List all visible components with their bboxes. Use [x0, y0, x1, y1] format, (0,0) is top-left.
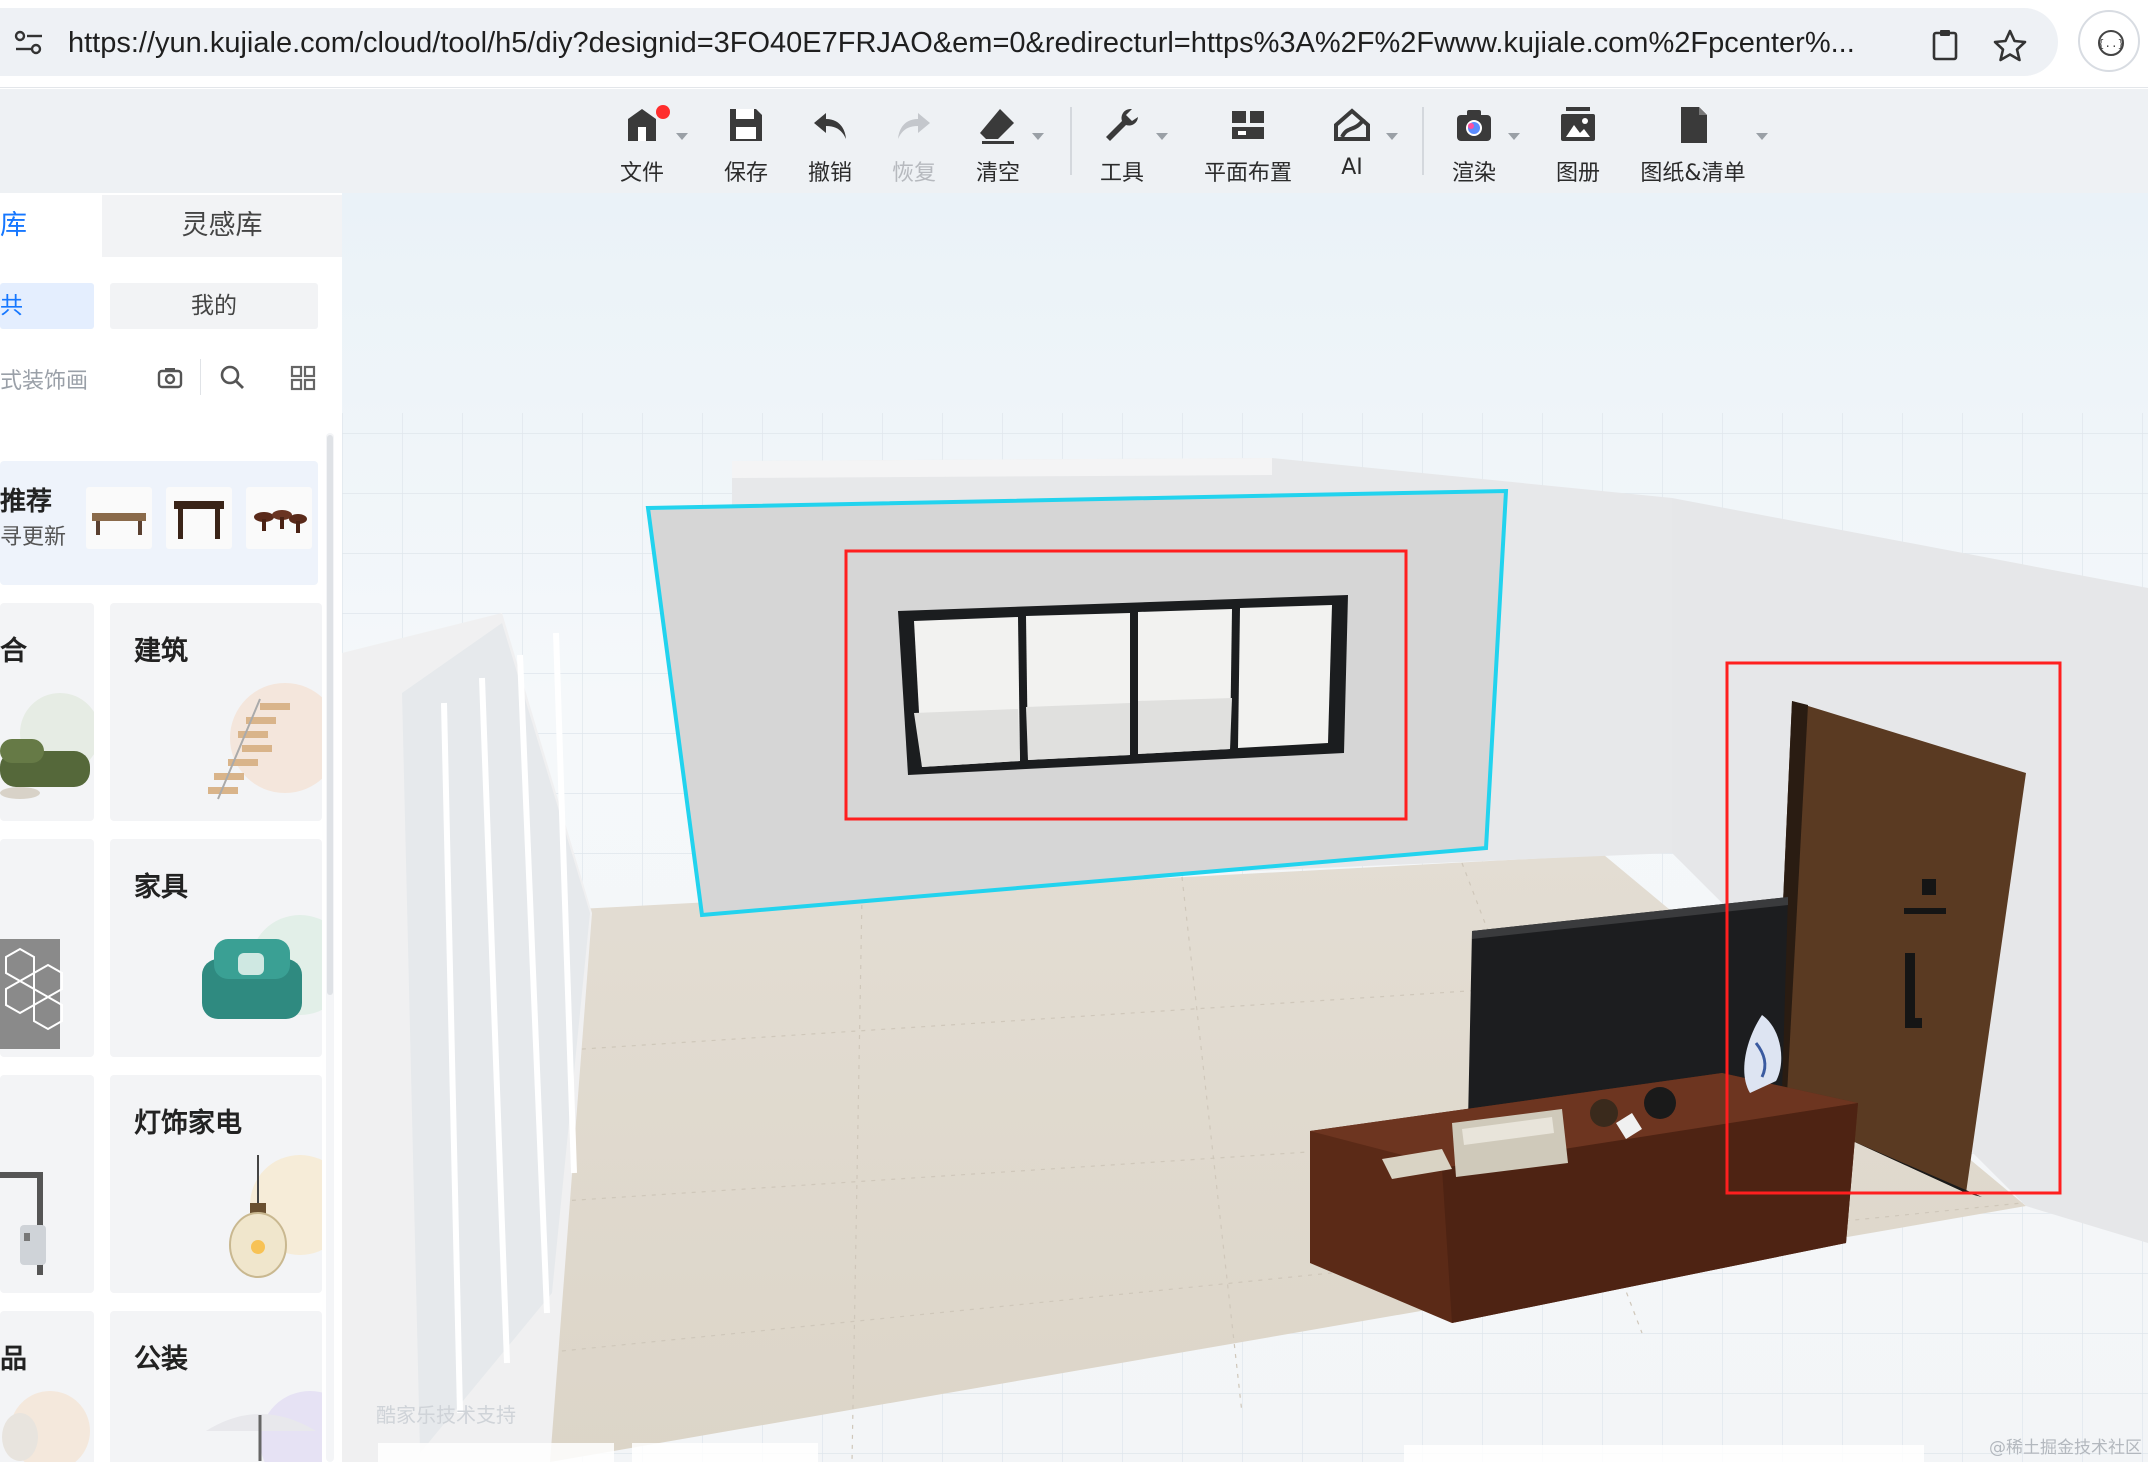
category-building-card[interactable]: 建筑	[110, 603, 322, 821]
spiral-stair-image	[208, 698, 290, 800]
redo-icon	[898, 113, 930, 139]
library-panel: 库 灵感库 共 我的 式装饰画 推荐 寻更新 合 建筑 家具 灯饰家电 品 公装	[0, 193, 342, 1462]
sofa-image	[0, 693, 94, 799]
floorplan-button[interactable]: 平面布置	[1198, 99, 1298, 189]
camera-render-icon	[1457, 110, 1491, 141]
table-image	[174, 501, 224, 539]
3d-viewport[interactable]: 酷家乐技术支持 @稀土掘金技术社区	[342, 193, 2148, 1462]
stools-image	[254, 510, 307, 533]
decor-sphere	[1590, 1099, 1618, 1127]
ai-label: AI	[1341, 155, 1363, 180]
url-field[interactable]: https://yun.kujiale.com/cloud/tool/h5/di…	[0, 8, 2058, 76]
bench-thumbnail[interactable]	[86, 487, 152, 549]
album-label: 图册	[1555, 161, 1600, 186]
grid-view-icon[interactable]	[290, 365, 316, 391]
bottom-bar-left	[378, 1443, 614, 1462]
category-sanitary-card[interactable]	[0, 1075, 94, 1293]
door-lock	[1922, 879, 1936, 895]
album-button[interactable]: 图册	[1542, 99, 1614, 189]
stools-thumbnail[interactable]	[246, 487, 312, 549]
pendant-lamp-image	[229, 1155, 287, 1278]
clear-button[interactable]: 清空	[962, 99, 1044, 189]
category-decor-card[interactable]: 品	[0, 1311, 94, 1462]
sculpture-image	[2, 1391, 90, 1462]
render-label: 渲染	[1451, 161, 1496, 186]
redo-button[interactable]: 恢复	[878, 99, 950, 189]
undo-button[interactable]: 撤销	[794, 99, 866, 189]
file-label: 文件	[619, 161, 664, 186]
drawings-menu-button[interactable]: 图纸&清单	[1638, 99, 1768, 189]
umbrella-table-image	[206, 1414, 316, 1461]
toolbar-divider	[1422, 107, 1424, 175]
clear-label: 清空	[975, 161, 1020, 186]
floorplan-icon	[1232, 111, 1264, 139]
chevron-down-icon	[676, 133, 688, 140]
brand-watermark: 酷家乐技术支持	[376, 1403, 516, 1427]
category-commercial-card[interactable]: 公装	[110, 1311, 322, 1462]
category-furniture-card[interactable]: 家具	[110, 839, 322, 1057]
notification-dot	[656, 105, 670, 119]
armchair-image	[202, 939, 302, 1019]
room-scene[interactable]	[342, 193, 2148, 1462]
app-toolbar: 文件 保存 撤销 恢复 清空 工具 平面布置 AI 渲染 图册 图纸&清单	[0, 89, 2148, 193]
recommend-subtitle: 寻更新	[0, 525, 67, 550]
chevron-down-icon	[1508, 133, 1520, 140]
shower-image	[0, 1172, 46, 1275]
svg-text:{..}: {..}	[2098, 37, 2125, 50]
wall-top-edge	[732, 458, 1272, 478]
save-button[interactable]: 保存	[710, 99, 782, 189]
clipboard-icon[interactable]	[1928, 28, 1962, 62]
ai-menu-button[interactable]: AI	[1316, 99, 1398, 189]
extension-button[interactable]: {..}	[2078, 10, 2140, 72]
tools-label: 工具	[1099, 161, 1144, 186]
save-icon	[730, 109, 762, 141]
wrench-icon	[1106, 109, 1138, 141]
save-label: 保存	[723, 161, 768, 186]
ai-house-icon	[1334, 108, 1370, 141]
recommend-card[interactable]: 推荐 寻更新	[0, 461, 318, 585]
category-material-card[interactable]	[0, 839, 94, 1057]
toolbar-divider	[1070, 107, 1072, 175]
search-input[interactable]: 式装饰画	[0, 363, 88, 395]
segment-public[interactable]: 共	[0, 283, 94, 329]
document-list-icon	[1681, 107, 1707, 143]
bench-image	[92, 513, 146, 535]
panel-scrollbar-thumb[interactable]	[327, 435, 333, 995]
site-settings-icon[interactable]	[14, 30, 44, 56]
table-thumbnail[interactable]	[166, 487, 232, 549]
browser-address-bar: https://yun.kujiale.com/cloud/tool/h5/di…	[0, 0, 2148, 88]
render-menu-button[interactable]: 渲染	[1438, 99, 1520, 189]
file-menu-button[interactable]: 文件	[606, 99, 688, 189]
search-icon[interactable]	[218, 363, 246, 391]
chevron-down-icon	[1756, 133, 1768, 140]
tab-library[interactable]: 库	[0, 195, 102, 257]
bottom-bar-right	[1404, 1445, 1924, 1462]
chevron-down-icon	[1156, 133, 1168, 140]
image-search-camera-icon[interactable]	[156, 363, 184, 391]
decor-ball	[1644, 1087, 1676, 1119]
category-combo-card[interactable]: 合	[0, 603, 94, 821]
eraser-icon	[980, 109, 1014, 144]
chevron-down-icon	[1386, 133, 1398, 140]
floorplan-label: 平面布置	[1203, 161, 1292, 186]
category-lighting-card[interactable]: 灯饰家电	[110, 1075, 322, 1293]
tab-inspiration[interactable]: 灵感库	[102, 195, 342, 257]
album-icon	[1561, 107, 1595, 141]
site-credit-watermark: @稀土掘金技术社区	[1989, 1438, 2142, 1458]
segment-mine[interactable]: 我的	[110, 283, 318, 329]
search-divider	[200, 359, 201, 395]
hex-tile-image	[0, 939, 63, 1049]
extension-icon: {..}	[2098, 30, 2125, 56]
recommend-title: 推荐	[0, 487, 53, 517]
redo-label: 恢复	[891, 161, 936, 186]
chevron-down-icon	[1032, 133, 1044, 140]
bottom-bar-mid	[632, 1443, 818, 1462]
undo-label: 撤销	[807, 161, 852, 186]
bookmark-star-icon[interactable]	[1992, 28, 2028, 64]
drawings-label: 图纸&清单	[1640, 161, 1746, 186]
tools-menu-button[interactable]: 工具	[1086, 99, 1168, 189]
undo-icon	[814, 113, 846, 139]
url-text[interactable]: https://yun.kujiale.com/cloud/tool/h5/di…	[68, 28, 1918, 58]
